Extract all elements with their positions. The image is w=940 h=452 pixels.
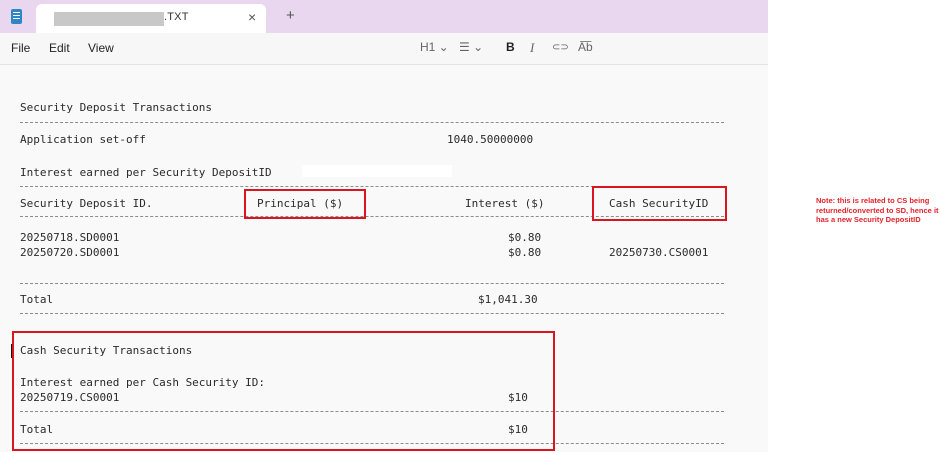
link-icon[interactable]: ⊂⊃ [552, 42, 569, 53]
total-value: $1,041.30 [478, 293, 538, 306]
screenshot-root: .TXT × + File Edit View H1 ⌄ ☰ ⌄ B I ⊂⊃ … [0, 0, 940, 452]
divider [20, 122, 724, 123]
close-tab-icon[interactable]: × [248, 9, 256, 25]
table-row-interest: $0.80 [508, 246, 542, 259]
principal-highlight-box [244, 189, 366, 219]
total-label: Total [20, 293, 54, 306]
table-row-id: 20250720.SD0001 [20, 246, 120, 259]
redacted-filename [54, 12, 164, 26]
interest-heading: Interest earned per Security DepositID [20, 166, 272, 179]
app-setoff-label: Application set-off [20, 133, 146, 146]
document-tab[interactable]: .TXT × [36, 4, 266, 33]
menu-view[interactable]: View [88, 41, 114, 55]
menu-edit[interactable]: Edit [49, 41, 70, 55]
cash-security-section-highlight-box [12, 331, 555, 451]
heading-dropdown-icon[interactable]: H1 ⌄ [420, 40, 449, 54]
annotation-note: Note: this is related to CS being return… [816, 196, 939, 225]
app-setoff-value: 1040.50000000 [447, 133, 534, 146]
list-dropdown-icon[interactable]: ☰ ⌄ [459, 40, 483, 54]
title-bar: .TXT × + [0, 0, 768, 33]
table-row-cash-id: 20250730.CS0001 [609, 246, 709, 259]
clear-formatting-icon[interactable]: A͞b [578, 40, 593, 54]
redaction-bar [302, 165, 452, 177]
menu-file[interactable]: File [11, 41, 30, 55]
divider [20, 313, 724, 314]
header-sd-id: Security Deposit ID. [20, 197, 153, 210]
table-row-interest: $0.80 [508, 231, 542, 244]
menu-bar: File Edit View H1 ⌄ ☰ ⌄ B I ⊂⊃ A͞b [0, 33, 768, 65]
notepad-app-icon [11, 9, 22, 24]
bold-icon[interactable]: B [506, 40, 515, 54]
italic-icon[interactable]: I [530, 40, 534, 56]
sd-section-title: Security Deposit Transactions [20, 101, 213, 114]
cash-security-id-highlight-box [592, 186, 727, 221]
divider [20, 283, 724, 284]
header-interest: Interest ($) [465, 197, 545, 210]
new-tab-icon[interactable]: + [286, 8, 295, 24]
table-row-id: 20250718.SD0001 [20, 231, 120, 244]
tab-title: .TXT [164, 11, 189, 23]
